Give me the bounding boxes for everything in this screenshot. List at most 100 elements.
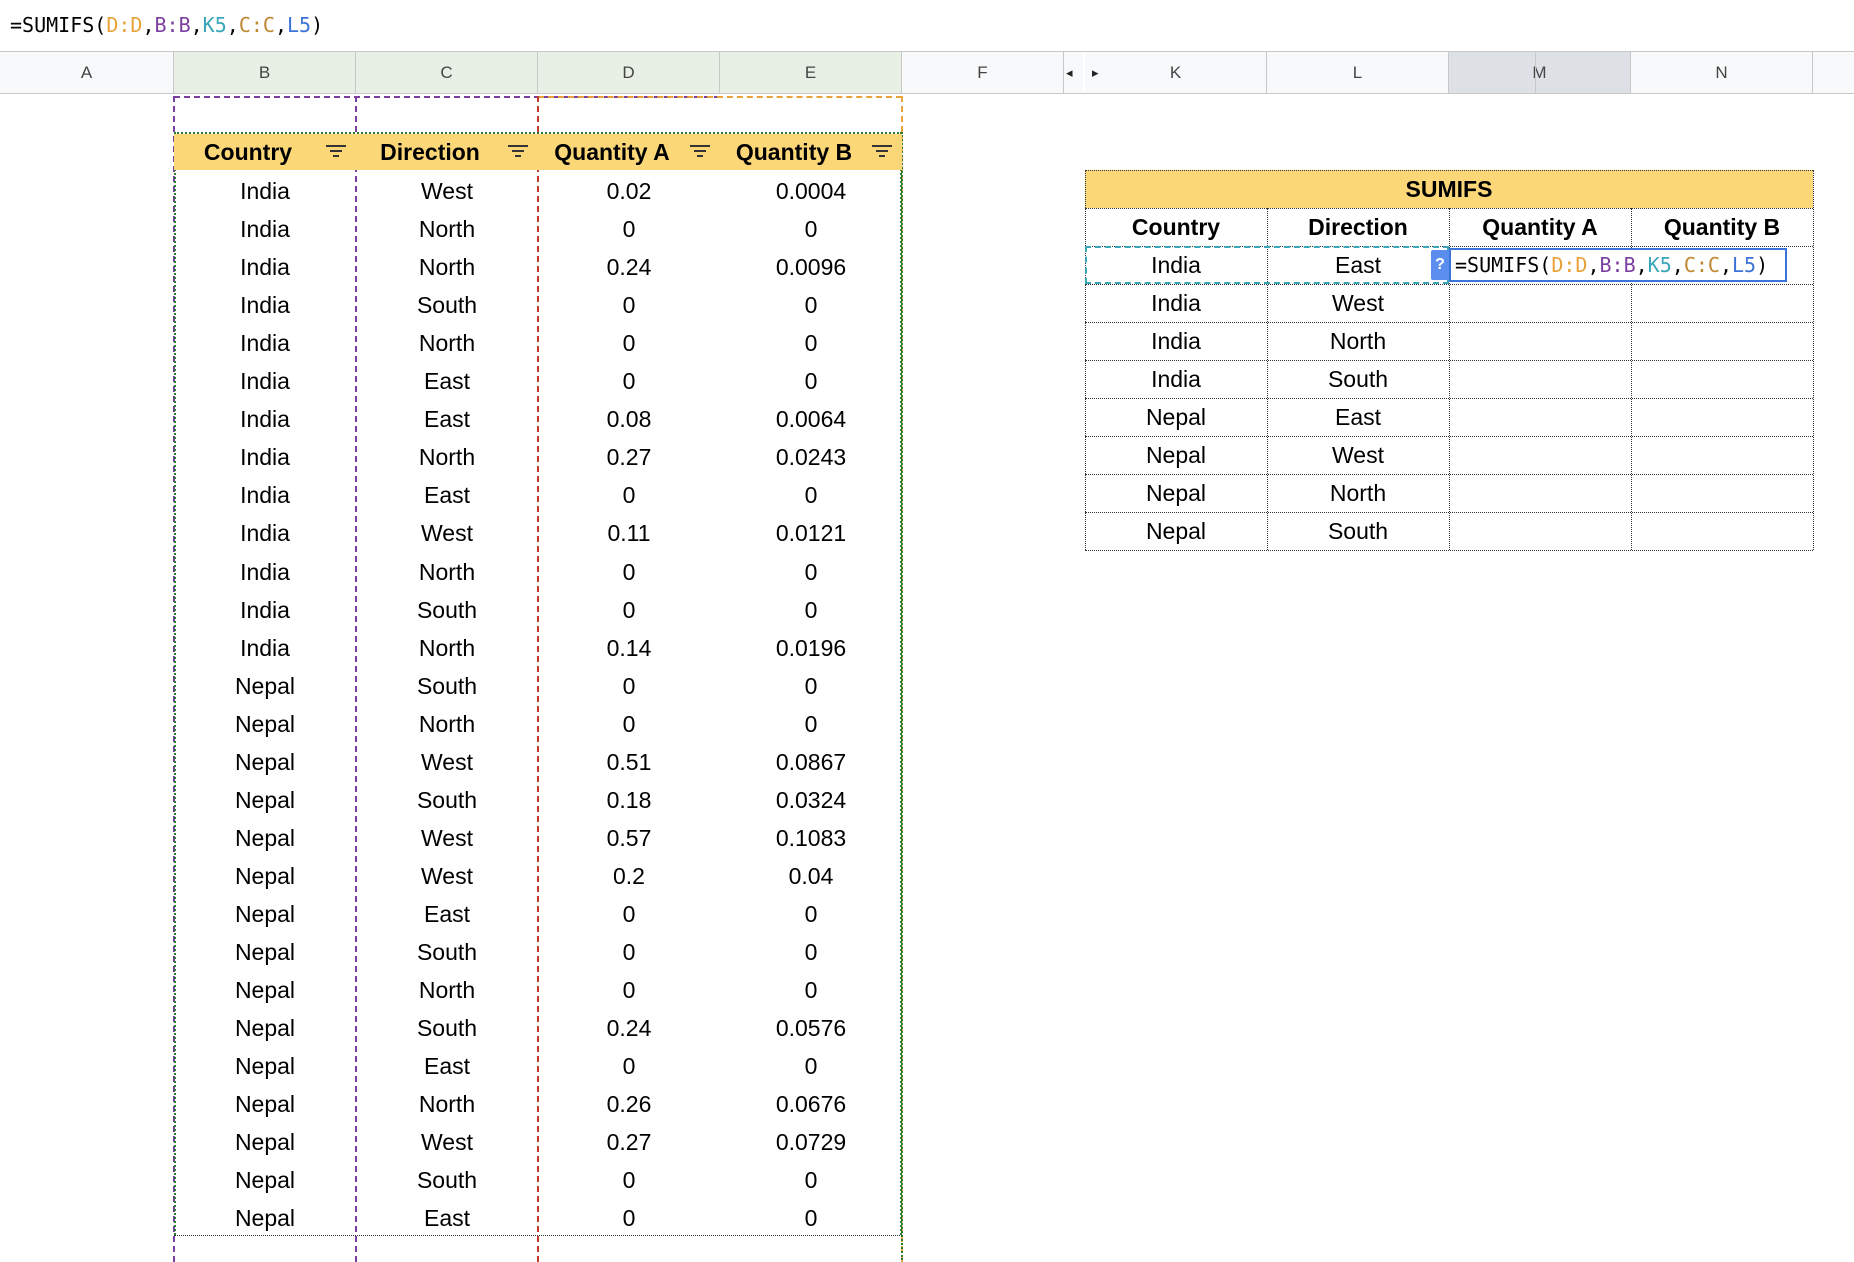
table-cell[interactable]: 0 bbox=[720, 210, 902, 248]
summary-header-quantity-a[interactable]: Quantity A bbox=[1449, 208, 1631, 246]
table-cell[interactable]: 0 bbox=[538, 591, 720, 629]
column-header-n[interactable]: N bbox=[1631, 52, 1813, 93]
column-header-b[interactable]: B bbox=[174, 52, 356, 93]
table-cell[interactable]: 0.02 bbox=[538, 172, 720, 210]
header-cell-direction[interactable]: Direction bbox=[356, 134, 538, 170]
table-cell[interactable]: 0 bbox=[538, 1047, 720, 1085]
header-cell-country[interactable]: Country bbox=[174, 134, 356, 170]
summary-header-quantity-b[interactable]: Quantity B bbox=[1631, 208, 1813, 246]
table-cell[interactable]: 0 bbox=[720, 476, 902, 514]
table-cell[interactable]: 0 bbox=[720, 324, 902, 362]
table-cell[interactable]: South bbox=[356, 1009, 538, 1047]
summary-cell[interactable]: Nepal bbox=[1085, 512, 1267, 550]
summary-empty-cell[interactable] bbox=[1631, 284, 1813, 322]
header-cell-quantity-a[interactable]: Quantity A bbox=[538, 134, 720, 170]
formula-text[interactable]: =SUMIFS(D:D,B:B,K5,C:C,L5) bbox=[10, 13, 323, 37]
summary-cell[interactable]: Nepal bbox=[1085, 436, 1267, 474]
column-header-e[interactable]: E bbox=[720, 52, 902, 93]
summary-header-country[interactable]: Country bbox=[1085, 208, 1267, 246]
table-cell[interactable]: West bbox=[356, 743, 538, 781]
table-cell[interactable]: South bbox=[356, 591, 538, 629]
table-cell[interactable]: 0.0576 bbox=[720, 1009, 902, 1047]
summary-empty-cell[interactable] bbox=[1449, 322, 1631, 360]
table-cell[interactable]: Nepal bbox=[174, 705, 356, 743]
table-cell[interactable]: India bbox=[174, 514, 356, 552]
table-cell[interactable]: India bbox=[174, 476, 356, 514]
table-cell[interactable]: 0 bbox=[720, 1047, 902, 1085]
summary-empty-cell[interactable] bbox=[1631, 512, 1813, 550]
table-cell[interactable]: East bbox=[356, 895, 538, 933]
table-cell[interactable]: 0 bbox=[720, 667, 902, 705]
table-cell[interactable]: 0.0867 bbox=[720, 743, 902, 781]
summary-empty-cell[interactable] bbox=[1449, 284, 1631, 322]
table-cell[interactable]: 0 bbox=[538, 933, 720, 971]
table-cell[interactable]: East bbox=[356, 476, 538, 514]
table-cell[interactable]: India bbox=[174, 286, 356, 324]
table-cell[interactable]: North bbox=[356, 248, 538, 286]
table-cell[interactable]: 0 bbox=[538, 667, 720, 705]
table-cell[interactable]: 0 bbox=[538, 705, 720, 743]
expand-left-icon[interactable]: ◂ bbox=[1066, 52, 1073, 93]
table-cell[interactable]: 0 bbox=[538, 362, 720, 400]
table-cell[interactable]: 0.0676 bbox=[720, 1085, 902, 1123]
table-cell[interactable]: India bbox=[174, 210, 356, 248]
table-cell[interactable]: 0.0004 bbox=[720, 172, 902, 210]
table-cell[interactable]: North bbox=[356, 324, 538, 362]
table-cell[interactable]: South bbox=[356, 781, 538, 819]
column-header-d[interactable]: D bbox=[538, 52, 720, 93]
summary-empty-cell[interactable] bbox=[1449, 398, 1631, 436]
table-cell[interactable]: East bbox=[356, 362, 538, 400]
table-cell[interactable]: Nepal bbox=[174, 667, 356, 705]
summary-cell[interactable]: India bbox=[1085, 360, 1267, 398]
table-cell[interactable]: West bbox=[356, 514, 538, 552]
summary-empty-cell[interactable] bbox=[1631, 360, 1813, 398]
table-cell[interactable]: South bbox=[356, 667, 538, 705]
table-cell[interactable]: 0 bbox=[720, 971, 902, 1009]
table-cell[interactable]: North bbox=[356, 705, 538, 743]
table-cell[interactable]: 0 bbox=[720, 591, 902, 629]
summary-header-direction[interactable]: Direction bbox=[1267, 208, 1449, 246]
table-cell[interactable]: South bbox=[356, 1161, 538, 1199]
table-cell[interactable]: Nepal bbox=[174, 819, 356, 857]
table-cell[interactable]: Nepal bbox=[174, 1123, 356, 1161]
table-cell[interactable]: 0 bbox=[720, 705, 902, 743]
table-cell[interactable]: 0.0121 bbox=[720, 514, 902, 552]
table-cell[interactable]: 0.04 bbox=[720, 857, 902, 895]
summary-empty-cell[interactable] bbox=[1631, 398, 1813, 436]
table-cell[interactable]: India bbox=[174, 591, 356, 629]
table-cell[interactable]: 0 bbox=[720, 1199, 902, 1237]
table-cell[interactable]: South bbox=[356, 286, 538, 324]
table-cell[interactable]: 0.11 bbox=[538, 514, 720, 552]
filter-icon[interactable] bbox=[690, 144, 710, 160]
filter-icon[interactable] bbox=[326, 144, 346, 160]
table-cell[interactable]: 0.27 bbox=[538, 438, 720, 476]
filter-icon[interactable] bbox=[508, 144, 528, 160]
summary-cell[interactable]: India bbox=[1085, 284, 1267, 322]
summary-empty-cell[interactable] bbox=[1631, 436, 1813, 474]
table-cell[interactable]: East bbox=[356, 1199, 538, 1237]
column-header-f[interactable]: F bbox=[902, 52, 1064, 93]
table-cell[interactable]: East bbox=[356, 400, 538, 438]
table-cell[interactable]: 0 bbox=[538, 895, 720, 933]
summary-empty-cell[interactable] bbox=[1449, 436, 1631, 474]
summary-cell[interactable]: South bbox=[1267, 360, 1449, 398]
table-cell[interactable]: 0.51 bbox=[538, 743, 720, 781]
table-cell[interactable]: 0 bbox=[538, 286, 720, 324]
table-cell[interactable]: West bbox=[356, 172, 538, 210]
table-cell[interactable]: 0 bbox=[720, 1161, 902, 1199]
table-cell[interactable]: 0.0064 bbox=[720, 400, 902, 438]
table-cell[interactable]: 0 bbox=[538, 1161, 720, 1199]
table-cell[interactable]: 0.0324 bbox=[720, 781, 902, 819]
cell-edit-box[interactable]: =SUMIFS(D:D,B:B,K5,C:C,L5) bbox=[1449, 248, 1787, 282]
expand-right-icon[interactable]: ▸ bbox=[1092, 52, 1099, 93]
table-cell[interactable]: Nepal bbox=[174, 1199, 356, 1237]
table-cell[interactable]: North bbox=[356, 210, 538, 248]
table-cell[interactable]: India bbox=[174, 629, 356, 667]
table-cell[interactable]: India bbox=[174, 438, 356, 476]
summary-cell[interactable]: North bbox=[1267, 322, 1449, 360]
summary-cell[interactable]: West bbox=[1267, 284, 1449, 322]
table-cell[interactable]: North bbox=[356, 971, 538, 1009]
table-cell[interactable]: 0 bbox=[538, 210, 720, 248]
table-cell[interactable]: 0.26 bbox=[538, 1085, 720, 1123]
table-cell[interactable]: India bbox=[174, 362, 356, 400]
